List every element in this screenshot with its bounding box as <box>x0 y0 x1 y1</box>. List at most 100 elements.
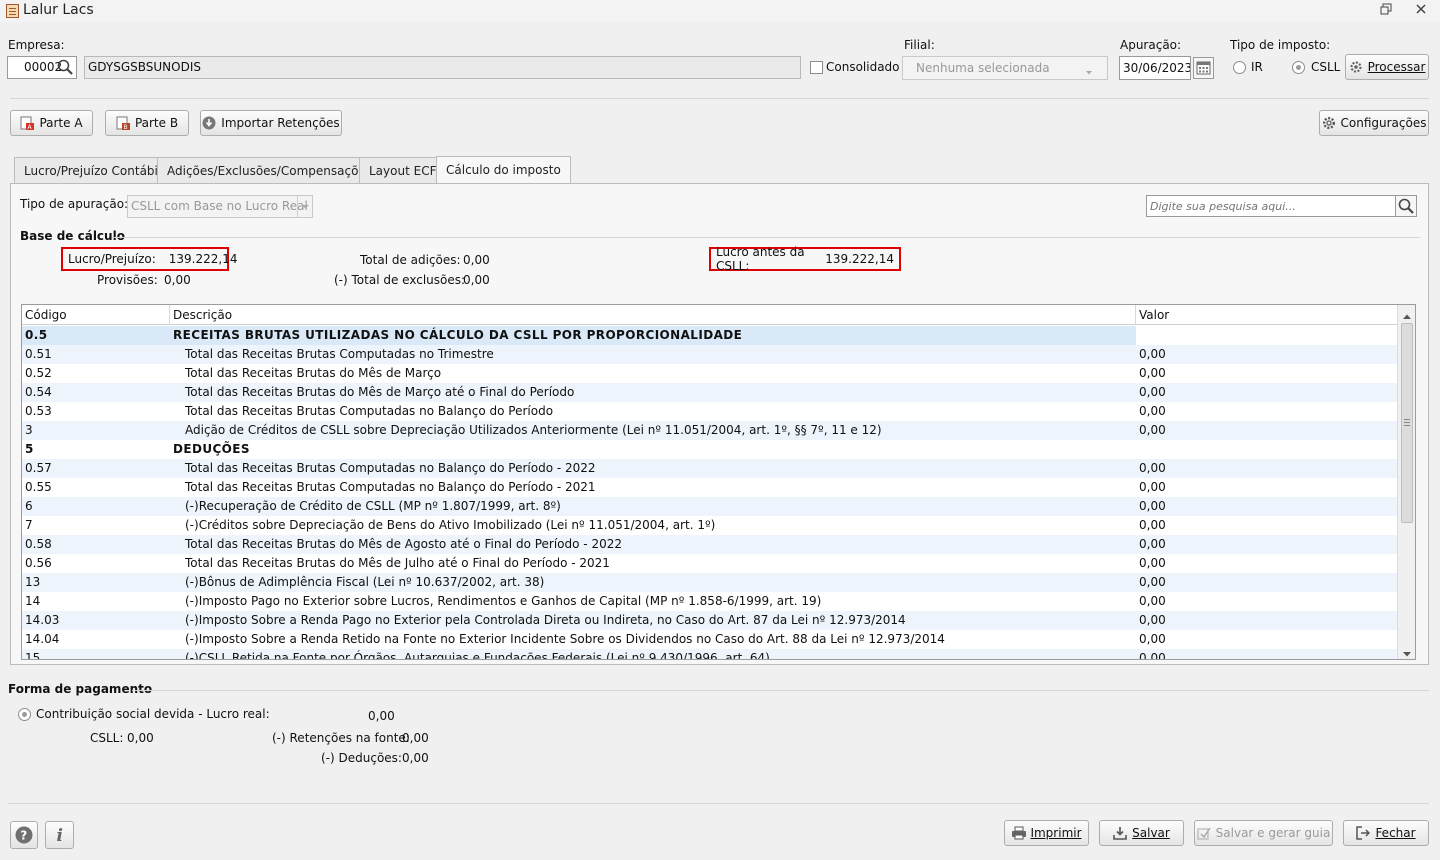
table-row[interactable]: 7 (-)Créditos sobre Depreciação de Bens d… <box>22 516 1398 535</box>
cell-codigo: 14.04 <box>25 632 60 646</box>
table-row[interactable]: 14.04 (-)Imposto Sobre a Renda Retido na … <box>22 630 1398 649</box>
table-group-row[interactable]: 5 DEDUÇÕES <box>22 440 1398 459</box>
cell-valor: 0,00 <box>1139 480 1166 494</box>
cell-valor: 0,00 <box>1139 651 1166 660</box>
table-row[interactable]: 14.03 (-)Imposto Sobre a Renda Pago no Ex… <box>22 611 1398 630</box>
tipo-apuracao-value: CSLL com Base no Lucro Real <box>131 199 308 213</box>
total-adicoes-value: 0,00 <box>463 253 490 267</box>
scroll-up-icon[interactable] <box>1402 309 1412 323</box>
csll-radio[interactable] <box>1292 61 1305 74</box>
cell-descricao: (-)Recuperação de Crédito de CSLL (MP nº… <box>185 499 561 513</box>
search-empresa-icon[interactable] <box>56 58 74 76</box>
table-row[interactable]: 15 (-)CSLL Retida na Fonte por Órgãos, Au… <box>22 649 1398 660</box>
empresa-name-field: GDYSGSBSUNODIS <box>84 56 801 79</box>
cell-codigo: 7 <box>25 518 33 532</box>
info-button[interactable]: i <box>45 821 74 849</box>
forma-pagamento-title: Forma de pagamento <box>8 682 153 696</box>
cell-descricao: DEDUÇÕES <box>173 442 250 456</box>
table-row[interactable]: 14 (-)Imposto Pago no Exterior sobre Lucr… <box>22 592 1398 611</box>
cell-descricao: Total das Receitas Brutas Computadas no … <box>185 404 554 418</box>
tab-lucro-prejuizo-contabil[interactable]: Lucro/Prejuízo Contábil <box>14 157 172 184</box>
empresa-label: Empresa: <box>8 38 65 52</box>
importar-retencoes-label: Importar Retenções <box>221 116 340 130</box>
ir-label: IR <box>1251 60 1263 74</box>
table-row[interactable]: 0.56 Total das Receitas Brutas do Mês de … <box>22 554 1398 573</box>
cell-descricao: Adição de Créditos de CSLL sobre Depreci… <box>185 423 882 437</box>
restore-icon[interactable] <box>1378 3 1394 19</box>
apuracao-date-input[interactable]: 30/06/2023 <box>1119 56 1191 80</box>
cell-codigo: 14 <box>25 594 41 608</box>
table-row[interactable]: 6 (-)Recuperação de Crédito de CSLL (MP n… <box>22 497 1398 516</box>
csll-pagamento-label: CSLL: <box>90 731 124 745</box>
header-divider <box>10 98 1429 99</box>
search-button[interactable] <box>1395 195 1417 217</box>
cell-valor: 0,00 <box>1139 404 1166 418</box>
tipo-apuracao-select[interactable]: CSLL com Base no Lucro Real <box>127 195 313 218</box>
calculo-grid[interactable]: Código Descrição Valor 0.5 RECEITAS BRUTA… <box>21 304 1416 660</box>
help-button[interactable]: ? <box>10 821 38 849</box>
salvar-button[interactable]: Salvar <box>1099 820 1184 846</box>
contribuicao-radio[interactable] <box>18 708 31 721</box>
table-row[interactable]: 0.54 Total das Receitas Brutas do Mês de … <box>22 383 1398 402</box>
imprimir-button[interactable]: Imprimir <box>1004 820 1089 846</box>
table-row[interactable]: 0.53 Total das Receitas Brutas Computadas… <box>22 402 1398 421</box>
cell-codigo: 0.55 <box>25 480 52 494</box>
filial-select[interactable]: Nenhuma selecionada <box>902 56 1108 80</box>
cell-codigo: 0.58 <box>25 537 52 551</box>
cell-valor: 0,00 <box>1139 347 1166 361</box>
exit-icon <box>1356 826 1371 840</box>
grid-vertical-scrollbar[interactable] <box>1397 305 1415 659</box>
cell-valor: 0,00 <box>1139 575 1166 589</box>
column-header-valor[interactable]: Valor <box>1136 305 1398 325</box>
fechar-button[interactable]: Fechar <box>1343 820 1429 846</box>
table-row[interactable]: 0.57 Total das Receitas Brutas Computadas… <box>22 459 1398 478</box>
parte-b-button[interactable]: B Parte B <box>105 110 189 136</box>
app-icon <box>6 4 19 18</box>
column-header-codigo[interactable]: Código <box>22 305 170 325</box>
search-input[interactable] <box>1146 195 1396 217</box>
cell-descricao: Total das Receitas Brutas do Mês de Agos… <box>185 537 622 551</box>
cell-codigo: 0.54 <box>25 385 52 399</box>
column-header-descricao[interactable]: Descrição <box>170 305 1136 325</box>
cell-codigo: 15 <box>25 651 41 660</box>
document-a-icon: A <box>20 116 35 131</box>
cell-descricao: (-)Créditos sobre Depreciação de Bens do… <box>185 518 716 532</box>
tab-layout-ecf[interactable]: Layout ECF <box>359 157 447 184</box>
parte-a-button[interactable]: A Parte A <box>10 110 93 136</box>
deducoes-label: (-) Deduções: <box>321 751 402 765</box>
salvar-gerar-guia-button[interactable]: Salvar e gerar guia <box>1194 820 1333 846</box>
table-row[interactable]: 13 (-)Bônus de Adimplência Fiscal (Lei nº… <box>22 573 1398 592</box>
lucro-antes-csll-label: Lucro antes da CSLL: <box>716 245 805 273</box>
scroll-down-icon[interactable] <box>1402 647 1412 659</box>
table-row[interactable]: 0.52 Total das Receitas Brutas do Mês de … <box>22 364 1398 383</box>
cell-codigo: 0.53 <box>25 404 52 418</box>
cell-codigo: 0.52 <box>25 366 52 380</box>
lucro-prejuizo-label: Lucro/Prejuízo: <box>68 252 156 266</box>
cell-codigo: 5 <box>25 442 34 456</box>
tab-adicoes-exclusoes[interactable]: Adições/Exclusões/Compensações <box>157 157 383 184</box>
tab-calculo-imposto[interactable]: Cálculo do imposto <box>436 156 571 184</box>
gear-icon <box>1349 60 1363 74</box>
table-row[interactable]: 0.58 Total das Receitas Brutas do Mês de … <box>22 535 1398 554</box>
ir-radio[interactable] <box>1233 61 1246 74</box>
close-window-icon[interactable] <box>1413 3 1429 19</box>
consolidado-checkbox[interactable] <box>810 61 823 74</box>
retencoes-label: (-) Retenções na fonte: <box>272 731 410 745</box>
lucro-antes-csll-highlight: Lucro antes da CSLL: 139.222,14 <box>709 245 901 273</box>
cell-valor: 0,00 <box>1139 556 1166 570</box>
cell-codigo: 14.03 <box>25 613 60 627</box>
table-row[interactable]: 3 Adição de Créditos de CSLL sobre Deprec… <box>22 421 1398 440</box>
calendar-icon[interactable] <box>1193 57 1214 79</box>
save-guide-icon <box>1197 826 1211 840</box>
tipo-apuracao-label: Tipo de apuração: <box>20 197 129 211</box>
csll-pagamento-value: 0,00 <box>127 731 154 745</box>
importar-retencoes-button[interactable]: Importar Retenções <box>200 110 342 136</box>
table-row[interactable]: 0.55 Total das Receitas Brutas Computadas… <box>22 478 1398 497</box>
cell-descricao: (-)Bônus de Adimplência Fiscal (Lei nº 1… <box>185 575 545 589</box>
configuracoes-button[interactable]: Configurações <box>1319 110 1429 136</box>
processar-button[interactable]: Processar <box>1345 54 1429 80</box>
cell-descricao: Total das Receitas Brutas do Mês de Julh… <box>185 556 610 570</box>
scroll-thumb[interactable] <box>1401 323 1413 523</box>
table-group-row[interactable]: 0.5 RECEITAS BRUTAS UTILIZADAS NO CÁLCULO… <box>22 326 1398 345</box>
table-row[interactable]: 0.51 Total das Receitas Brutas Computadas… <box>22 345 1398 364</box>
